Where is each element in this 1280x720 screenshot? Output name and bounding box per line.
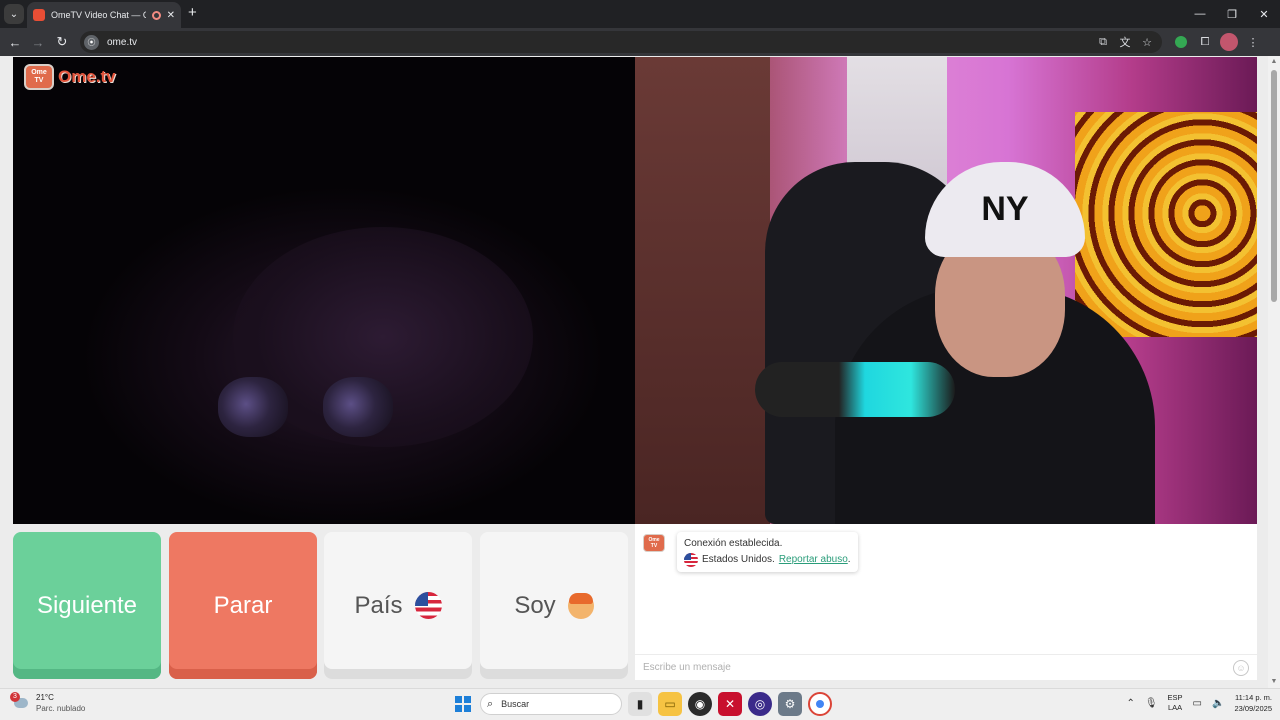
country-filter-button[interactable]: País xyxy=(324,532,472,679)
background-door xyxy=(635,57,770,524)
back-arrow-icon[interactable]: ← xyxy=(6,33,24,51)
file-explorer-icon[interactable]: ▭ xyxy=(658,692,682,716)
tab-close-button[interactable]: ✕ xyxy=(167,10,175,21)
chrome-icon[interactable] xyxy=(808,692,832,716)
message-bar: ☺ xyxy=(635,654,1257,680)
system-tray: ⌃ 🎙 ESP LAA ▭ 🔈 11:14 p. m. 23/09/2025 xyxy=(1126,692,1272,714)
windows-taskbar: 3 21°C Parc. nublado ⌕ Buscar ▮ ▭ ◉ ✕ ◎ … xyxy=(0,688,1280,720)
scroll-thumb[interactable] xyxy=(1271,70,1277,302)
scroll-down-arrow-icon[interactable]: ▼ xyxy=(1270,678,1278,686)
ometv-logo[interactable]: Ome TV Ome.tv xyxy=(24,64,116,90)
gender-select-button[interactable]: Soy xyxy=(480,532,628,679)
us-flag-icon xyxy=(414,592,442,619)
tray-chevron-up-icon[interactable]: ⌃ xyxy=(1126,698,1134,709)
window-controls: — ❐ ✕ xyxy=(1184,0,1280,28)
microphone xyxy=(755,362,955,417)
tab-strip: ⌄ OmeTV Video Chat — Ome ✕ + — ❐ ✕ xyxy=(0,0,1280,28)
app-circle-icon[interactable]: ◎ xyxy=(748,692,772,716)
ometv-favicon-icon xyxy=(33,9,45,21)
bookmark-star-icon[interactable]: ☆ xyxy=(1138,33,1156,51)
weather-badge: 3 xyxy=(10,692,20,702)
clock-date: 23/09/2025 xyxy=(1234,704,1272,713)
scroll-up-arrow-icon[interactable]: ▲ xyxy=(1270,58,1278,66)
logo-text: Ome.tv xyxy=(58,67,116,86)
obs-icon[interactable]: ◉ xyxy=(688,692,712,716)
close-window-icon[interactable]: ✕ xyxy=(1248,0,1280,28)
windows-start-icon[interactable] xyxy=(452,693,474,715)
browser-toolbar: ← → ↻ ⦿ ome.tv ⧉ 文 ☆ ⧠ ⋮ xyxy=(0,28,1280,56)
person-cap: NY xyxy=(925,162,1085,257)
weather-description: Parc. nublado xyxy=(36,704,86,713)
report-suffix: . xyxy=(847,554,851,565)
emoji-picker-icon[interactable]: ☺ xyxy=(1233,659,1249,676)
profile-avatar-icon[interactable] xyxy=(1220,33,1238,51)
browser-tab-ometv[interactable]: OmeTV Video Chat — Ome ✕ xyxy=(27,2,181,28)
network-icon[interactable]: ▭ xyxy=(1193,698,1202,709)
weather-widget[interactable]: 3 21°C Parc. nublado xyxy=(10,692,86,714)
tab-title: OmeTV Video Chat — Ome xyxy=(51,10,146,20)
stranger-glasses-right xyxy=(323,377,393,437)
recording-indicator-icon xyxy=(151,10,161,20)
stranger-glasses-left xyxy=(218,377,288,437)
app-x-icon[interactable]: ✕ xyxy=(718,692,742,716)
volume-icon[interactable]: 🔈 xyxy=(1212,698,1224,709)
search-icon: ⌕ xyxy=(487,697,494,710)
tab-search-icon[interactable]: ⌄ xyxy=(4,4,24,24)
minimize-icon[interactable]: — xyxy=(1184,0,1216,28)
us-flag-small-icon xyxy=(684,553,698,567)
stop-button-label: Parar xyxy=(213,591,273,619)
temperature: 21°C xyxy=(36,693,54,702)
cast-icon[interactable]: ⧉ xyxy=(1094,33,1112,51)
stop-button[interactable]: Parar xyxy=(169,532,317,679)
partner-country: Estados Unidos. xyxy=(702,554,775,565)
ometv-chat-logo-icon: Ome TV xyxy=(643,534,665,552)
boy-emoji-icon xyxy=(567,592,594,619)
microphone-icon[interactable]: 🎙 xyxy=(1145,698,1158,709)
site-info-icon[interactable]: ⦿ xyxy=(84,34,99,50)
system-message: Conexión establecida. Estados Unidos. Re… xyxy=(677,532,858,572)
next-button[interactable]: Siguiente xyxy=(13,532,161,679)
reload-icon[interactable]: ↻ xyxy=(53,33,71,51)
weather-cloud-icon: 3 xyxy=(10,692,30,712)
new-tab-button[interactable]: + xyxy=(188,5,197,21)
clock[interactable]: 11:14 p. m. 23/09/2025 xyxy=(1234,692,1272,714)
extension-green-icon[interactable] xyxy=(1172,33,1190,51)
language-indicator[interactable]: ESP LAA xyxy=(1168,693,1183,713)
report-abuse-link[interactable]: Reportar abuso xyxy=(779,554,848,565)
task-view-icon[interactable]: ▮ xyxy=(628,692,652,716)
taskbar-apps: ⌕ Buscar ▮ ▭ ◉ ✕ ◎ ⚙ xyxy=(452,692,832,716)
stranger-video xyxy=(13,57,635,524)
extensions-puzzle-icon[interactable]: ⧠ xyxy=(1196,33,1214,51)
url-text[interactable]: ome.tv xyxy=(107,37,137,48)
self-video: NY xyxy=(635,57,1257,524)
ometv-logo-icon: Ome TV xyxy=(24,64,54,90)
next-button-label: Siguiente xyxy=(36,591,138,619)
background-tv-screen xyxy=(1075,112,1257,337)
clock-time: 11:14 p. m. xyxy=(1235,693,1272,702)
restore-icon[interactable]: ❐ xyxy=(1216,0,1248,28)
message-input[interactable] xyxy=(643,662,1233,673)
country-button-label: País xyxy=(354,591,403,619)
forward-arrow-icon[interactable]: → xyxy=(29,33,47,51)
translate-icon[interactable]: 文 xyxy=(1116,33,1134,51)
connection-status: Conexión establecida. xyxy=(684,538,783,549)
taskbar-search[interactable]: ⌕ Buscar xyxy=(480,693,622,715)
chat-panel: Ome TV Conexión establecida. Estados Uni… xyxy=(635,524,1257,680)
menu-kebab-icon[interactable]: ⋮ xyxy=(1244,33,1262,51)
gender-button-label: Soy xyxy=(514,591,556,619)
address-bar[interactable]: ⦿ ome.tv ⧉ 文 ☆ xyxy=(80,31,1162,53)
search-label: Buscar xyxy=(501,699,530,709)
settings-gear-icon[interactable]: ⚙ xyxy=(778,692,802,716)
page-scrollbar[interactable]: ▲ ▼ xyxy=(1268,56,1280,688)
